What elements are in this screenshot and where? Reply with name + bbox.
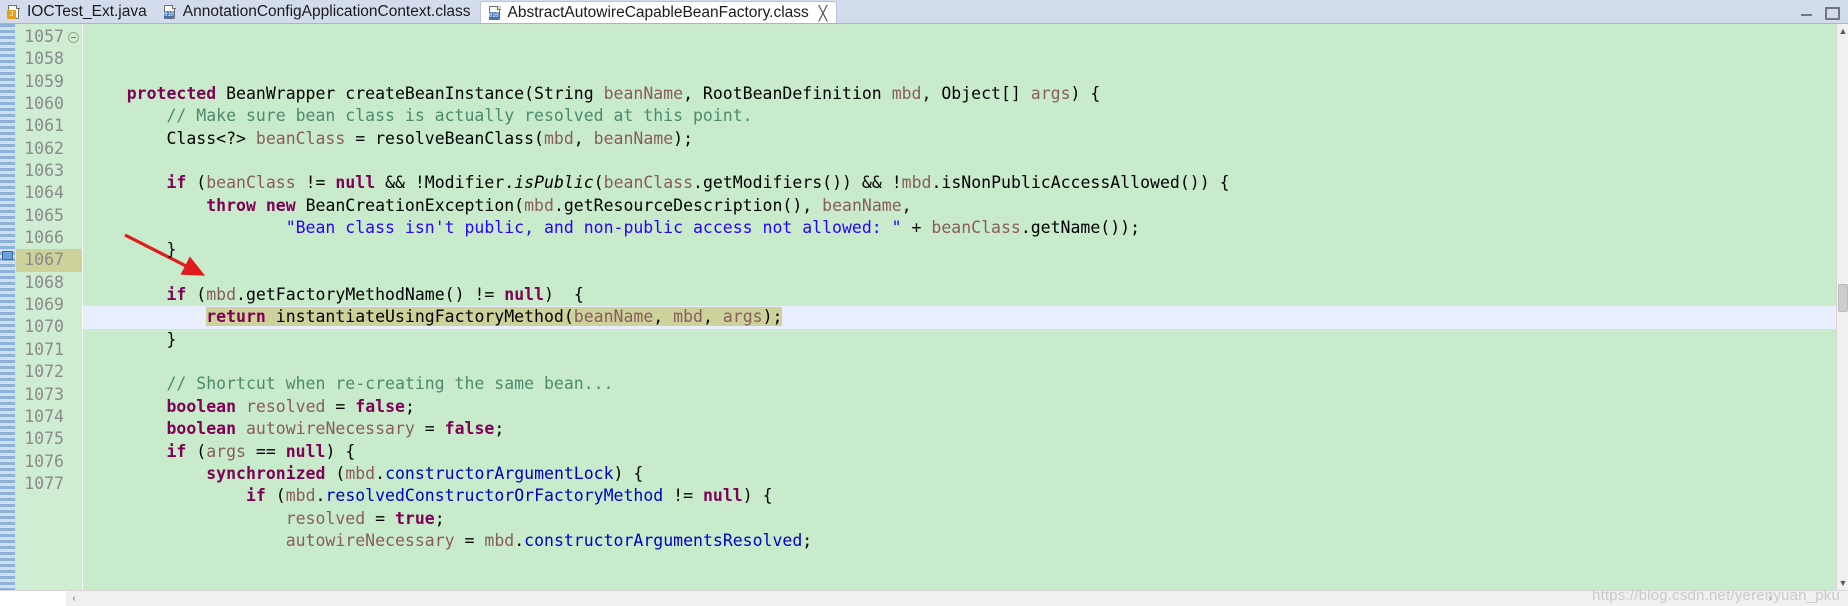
fold-slot [66,451,82,473]
tab-annotationconfigapplicationcontext-class[interactable]: 010 AnnotationConfigApplicationContext.c… [155,0,480,23]
editor-tab-bar: J IOCTest_Ext.java 010 AnnotationConfigA… [0,0,1848,24]
fold-collapse-icon[interactable] [68,32,79,43]
code-line[interactable] [83,351,1836,373]
scroll-left-icon[interactable]: ‹ [66,591,82,606]
tab-label: AnnotationConfigApplicationContext.class [182,2,471,20]
code-line[interactable]: protected BeanWrapper createBeanInstance… [83,83,1836,105]
fold-slot [66,361,82,383]
code-line[interactable] [83,150,1836,172]
window-controls [1800,0,1844,24]
class-file-icon: 010 [488,5,502,21]
code-line[interactable]: throw new BeanCreationException(mbd.getR… [83,195,1836,217]
code-line[interactable]: boolean autowireNecessary = false; [83,418,1836,440]
fold-slot [66,160,82,182]
fold-slot [66,71,82,93]
fold-slot [66,227,82,249]
line-number: 1063 [24,161,64,181]
tab-abstractautowirecapablebeanfactory-class[interactable]: 010 AbstractAutowireCapableBeanFactory.c… [479,1,838,23]
eclipse-editor-window: J IOCTest_Ext.java 010 AnnotationConfigA… [0,0,1848,606]
code-line[interactable]: } [83,329,1836,351]
scroll-up-icon[interactable]: ▲ [1837,24,1848,38]
fold-slot [66,294,82,316]
horizontal-scrollbar[interactable]: ‹ › [0,590,1848,606]
line-number: 1062 [24,138,64,158]
tab-ioctest-ext-java[interactable]: J IOCTest_Ext.java [0,0,156,23]
vertical-scroll-thumb[interactable] [1838,284,1848,312]
tab-label: IOCTest_Ext.java [27,2,147,20]
code-line[interactable] [83,262,1836,284]
line-number: 1069 [24,295,64,315]
minimize-icon[interactable] [1800,5,1814,19]
fold-slot [66,272,82,294]
line-number: 1061 [24,116,64,136]
code-line[interactable]: if (mbd.getFactoryMethodName() != null) … [83,284,1836,306]
code-line[interactable]: // Make sure bean class is actually reso… [83,105,1836,127]
line-number: 1068 [24,272,64,292]
line-number: 1070 [24,317,64,337]
fold-slot [66,406,82,428]
line-number: 1076 [24,451,64,471]
fold-slot [66,26,82,48]
maximize-icon[interactable] [1824,5,1840,20]
fold-slot [66,205,82,227]
code-line[interactable]: synchronized (mbd.constructorArgumentLoc… [83,463,1836,485]
code-line[interactable]: boolean resolved = false; [83,396,1836,418]
code-editor: 1057 1058 1059 1060 1061 1062 1063 1064 1065 1066… [0,24,1848,606]
code-line[interactable]: autowireNecessary = mbd.constructorArgum… [83,530,1836,552]
code-line[interactable]: return instantiateUsingFactoryMethod(bea… [83,306,1836,329]
fold-slot [66,384,82,406]
line-number-ruler: 1057 1058 1059 1060 1061 1062 1063 1064 1065 1066… [16,24,66,590]
scroll-right-icon[interactable]: › [1762,591,1778,606]
line-number: 1066 [24,228,64,248]
fold-slot [66,473,82,495]
tab-label: AbstractAutowireCapableBeanFactory.class [507,3,809,21]
fold-slot [66,249,82,272]
java-file-icon: J [7,4,21,20]
line-number: 1058 [24,49,64,69]
class-file-icon: 010 [163,4,177,20]
fold-slot [66,115,82,137]
scrollbar-left-pad [0,591,66,606]
current-line-marker [2,251,13,260]
vertical-scrollbar[interactable]: ▲ ▼ [1836,24,1848,590]
code-line[interactable]: resolved = true; [83,508,1836,530]
code-line[interactable]: if (mbd.resolvedConstructorOrFactoryMeth… [83,485,1836,507]
line-number: 1073 [24,384,64,404]
fold-slot [66,182,82,204]
line-number: 1059 [24,71,64,91]
annotation-ruler[interactable] [0,24,16,590]
fold-slot [66,316,82,338]
code-viewport[interactable]: 1057 1058 1059 1060 1061 1062 1063 1064 1065 1066… [0,24,1836,590]
line-number: 1075 [24,429,64,449]
line-number: 1057 [24,27,64,46]
close-icon[interactable]: ╳ [819,6,827,20]
code-line[interactable]: if (args == null) { [83,441,1836,463]
source-code-text[interactable]: protected BeanWrapper createBeanInstance… [83,24,1836,590]
fold-slot [66,428,82,450]
code-line[interactable]: // Shortcut when re-creating the same be… [83,373,1836,395]
fold-slot [66,93,82,115]
line-number: 1071 [24,339,64,359]
code-line[interactable]: } [83,239,1836,261]
line-number: 1077 [24,473,64,493]
code-line[interactable]: if (beanClass != null && !Modifier.isPub… [83,172,1836,194]
line-number: 1065 [24,205,64,225]
line-number: 1064 [24,183,64,203]
scroll-down-icon[interactable]: ▼ [1837,576,1848,590]
line-number: 1074 [24,406,64,426]
fold-slot [66,339,82,361]
fold-slot [66,48,82,70]
line-number: 1067 [16,249,66,272]
code-line[interactable]: Class<?> beanClass = resolveBeanClass(mb… [83,128,1836,150]
fold-slot [66,138,82,160]
line-number: 1072 [24,362,64,382]
line-number: 1060 [24,94,64,114]
code-line[interactable]: "Bean class isn't public, and non-public… [83,217,1836,239]
folding-ruler[interactable] [66,24,82,590]
